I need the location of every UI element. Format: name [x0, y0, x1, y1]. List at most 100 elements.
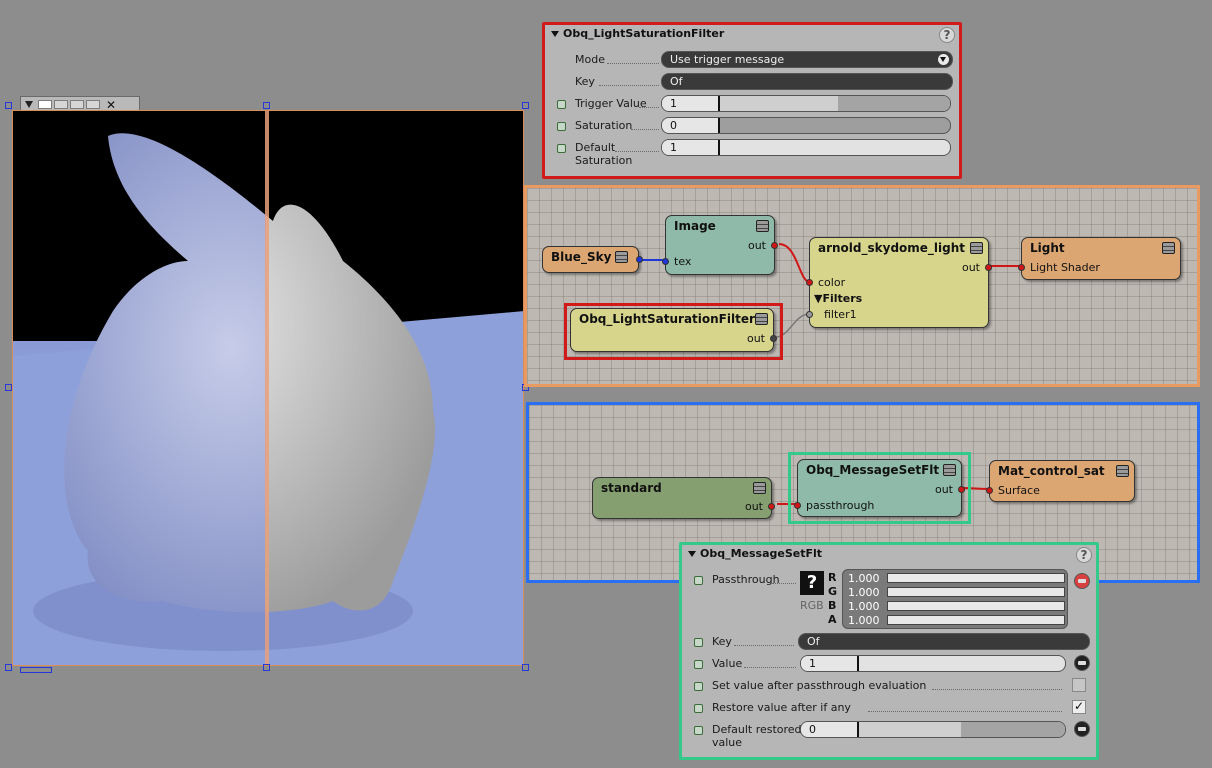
node-menu-icon[interactable] — [970, 242, 983, 254]
output-port-icon[interactable] — [768, 503, 775, 510]
output-port-icon[interactable] — [958, 486, 965, 493]
output-port-icon[interactable] — [771, 242, 778, 249]
output-port-icon[interactable] — [770, 335, 777, 342]
animation-marker-icon[interactable] — [694, 638, 703, 647]
animation-marker-icon[interactable] — [694, 576, 703, 585]
input-port-icon[interactable] — [806, 311, 813, 318]
node-menu-icon[interactable] — [943, 464, 956, 476]
node-image[interactable]: Image out tex — [662, 215, 778, 275]
output-port-icon[interactable] — [636, 256, 643, 263]
link-plug-icon[interactable] — [1074, 721, 1090, 737]
panel-header[interactable]: Obq_MessageSetFlt — [688, 547, 822, 560]
port-out-label: out — [934, 483, 953, 496]
green-value[interactable]: 1.000 — [845, 586, 885, 599]
close-icon[interactable]: ✕ — [106, 99, 116, 111]
msg-value-label: Value — [712, 657, 743, 670]
input-port-icon[interactable] — [806, 279, 813, 286]
trigger-value-label: Trigger Value — [575, 97, 647, 110]
key-input[interactable]: Of — [661, 73, 953, 90]
node-title: Obq_LightSaturationFilter — [579, 312, 755, 326]
region-handle-ml[interactable] — [5, 384, 12, 391]
msg-key-input[interactable]: Of — [798, 633, 1090, 650]
light-node-graph[interactable]: Blue_Sky Image out tex arnold_skydome_li… — [524, 185, 1200, 387]
animation-marker-icon[interactable] — [694, 660, 703, 669]
split-divider[interactable] — [265, 111, 269, 665]
node-menu-icon[interactable] — [1116, 465, 1129, 477]
collapse-triangle-icon[interactable] — [688, 550, 696, 557]
port-out-label: out — [744, 500, 763, 513]
help-icon[interactable]: ? — [939, 27, 955, 43]
node-obq-light-saturation-filter[interactable]: Obq_LightSaturationFilter out — [570, 308, 777, 352]
node-title: Obq_MessageSetFlt — [806, 463, 940, 477]
default-restored-row: Default restored value 0 — [682, 721, 1096, 755]
region-handle-bl[interactable] — [5, 664, 12, 671]
animation-marker-icon[interactable] — [557, 144, 566, 153]
region-handle-tl[interactable] — [5, 102, 12, 109]
region-handle-tr[interactable] — [522, 102, 529, 109]
set-after-checkbox[interactable] — [1072, 678, 1086, 692]
node-menu-icon[interactable] — [753, 482, 766, 494]
region-handle-bc[interactable] — [263, 664, 270, 671]
animation-marker-icon[interactable] — [557, 122, 566, 131]
render-image[interactable] — [12, 110, 524, 666]
toolbar-button-3[interactable] — [70, 100, 84, 109]
collapse-triangle-icon[interactable] — [551, 30, 559, 37]
green-slider[interactable] — [887, 587, 1065, 597]
input-port-icon[interactable] — [1018, 264, 1025, 271]
trigger-value-slider[interactable]: 1 — [661, 95, 951, 112]
region-bottom-bar[interactable] — [20, 667, 52, 673]
port-light-shader-label: Light Shader — [1030, 261, 1100, 274]
filters-group[interactable]: ▼Filters — [814, 292, 862, 305]
rgb-mode-label[interactable]: RGB — [800, 599, 824, 612]
toolbar-button-2[interactable] — [54, 100, 68, 109]
port-out-label: out — [747, 239, 766, 252]
msg-value-slider[interactable]: 1 — [800, 655, 1066, 672]
restore-checkbox[interactable] — [1072, 699, 1086, 714]
output-port-icon[interactable] — [985, 264, 992, 271]
red-slider[interactable] — [887, 573, 1065, 583]
link-plug-icon[interactable] — [1074, 655, 1090, 671]
default-saturation-slider[interactable]: 1 — [661, 139, 951, 156]
blue-value[interactable]: 1.000 — [845, 600, 885, 613]
animation-marker-icon[interactable] — [694, 726, 703, 735]
node-mat-control-sat[interactable]: Mat_control_sat Surface — [986, 460, 1135, 502]
toolbar-button-4[interactable] — [86, 100, 100, 109]
render-view: ✕ — [5, 96, 529, 673]
msg-key-row: Key Of — [682, 633, 1096, 653]
saturation-slider[interactable]: 0 — [661, 117, 951, 134]
animation-marker-icon[interactable] — [694, 704, 703, 713]
color-swatch[interactable]: ? — [800, 571, 824, 595]
saturation-label: Saturation — [575, 119, 633, 132]
node-menu-icon[interactable] — [756, 220, 769, 232]
node-menu-icon[interactable] — [755, 313, 768, 325]
red-value[interactable]: 1.000 — [845, 572, 885, 585]
input-port-icon[interactable] — [794, 502, 801, 509]
region-handle-tc[interactable] — [263, 102, 270, 109]
mode-dropdown[interactable]: Use trigger message — [661, 51, 953, 68]
node-menu-icon[interactable] — [1162, 242, 1175, 254]
node-blue-sky[interactable]: Blue_Sky — [542, 246, 643, 273]
passthrough-row: Passthrough ? RGB R G B A 1.000 1.000 1.… — [682, 569, 1096, 631]
alpha-slider[interactable] — [887, 615, 1065, 625]
blue-slider[interactable] — [887, 601, 1065, 611]
set-after-label: Set value after passthrough evaluation — [712, 679, 927, 692]
input-port-icon[interactable] — [662, 258, 669, 265]
saturation-row: Saturation 0 — [545, 117, 959, 137]
panel-header[interactable]: Obq_LightSaturationFilter — [551, 27, 724, 40]
light-saturation-filter-panel: Obq_LightSaturationFilter ? Mode Use tri… — [542, 22, 962, 179]
node-standard[interactable]: standard out — [592, 477, 775, 519]
node-arnold-skydome-light[interactable]: arnold_skydome_light out color ▼Filters … — [806, 237, 992, 328]
animation-marker-icon[interactable] — [557, 100, 566, 109]
alpha-value[interactable]: 1.000 — [845, 614, 885, 627]
default-restored-slider[interactable]: 0 — [800, 721, 1066, 738]
help-icon[interactable]: ? — [1076, 547, 1092, 563]
input-port-icon[interactable] — [986, 487, 993, 494]
region-toggle-button[interactable] — [38, 100, 52, 109]
animation-marker-icon[interactable] — [694, 682, 703, 691]
node-obq-message-set-flt[interactable]: Obq_MessageSetFlt out passthrough — [794, 459, 965, 517]
collapse-arrow-icon[interactable] — [25, 101, 33, 108]
region-handle-br[interactable] — [522, 664, 529, 671]
node-light[interactable]: Light Light Shader — [1018, 237, 1181, 280]
node-menu-icon[interactable] — [615, 251, 628, 263]
link-plug-icon[interactable] — [1074, 573, 1090, 589]
